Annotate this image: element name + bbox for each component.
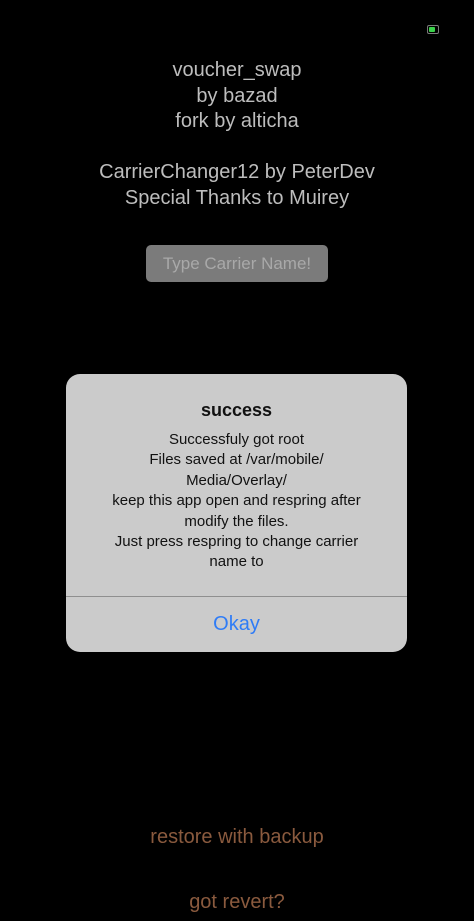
alert-message-line: keep this app open and respring after [112,492,361,510]
alert-message: Successfuly got root Files saved at /var… [66,430,407,573]
got-revert-button[interactable]: got revert? [0,891,474,914]
alert-message-line: modify the files. [184,512,289,530]
credit-line-voucher-swap: voucher_swap [172,59,302,81]
restore-backup-button[interactable]: restore with backup [0,826,474,849]
credit-line-fork: fork by alticha [175,110,299,132]
alert-message-line: Files saved at /var/mobile/ [149,451,324,469]
alert-message-line: name to [209,553,264,571]
okay-button[interactable]: Okay [66,597,407,652]
alert-message-line: Successfuly got root [168,431,305,448]
credit-line-author: by bazad [196,84,278,107]
alert-title: success [200,400,273,420]
credit-line-carrierchanger: CarrierChanger12 by PeterDev [99,161,375,183]
battery-charging-icon [427,25,439,34]
app-screen: voucher_swap by bazad fork by alticha Ca… [0,0,474,921]
alert-message-line: Just press respring to change carrier [114,533,359,551]
alert-message-line: Media/Overlay/ [186,471,287,489]
credit-line-thanks: Special Thanks to Muirey [124,186,350,209]
credits-block: voucher_swap by bazad fork by alticha [0,58,474,135]
carrier-name-input[interactable] [146,245,328,282]
credits-block-2: CarrierChanger12 by PeterDev Special Tha… [0,160,474,211]
